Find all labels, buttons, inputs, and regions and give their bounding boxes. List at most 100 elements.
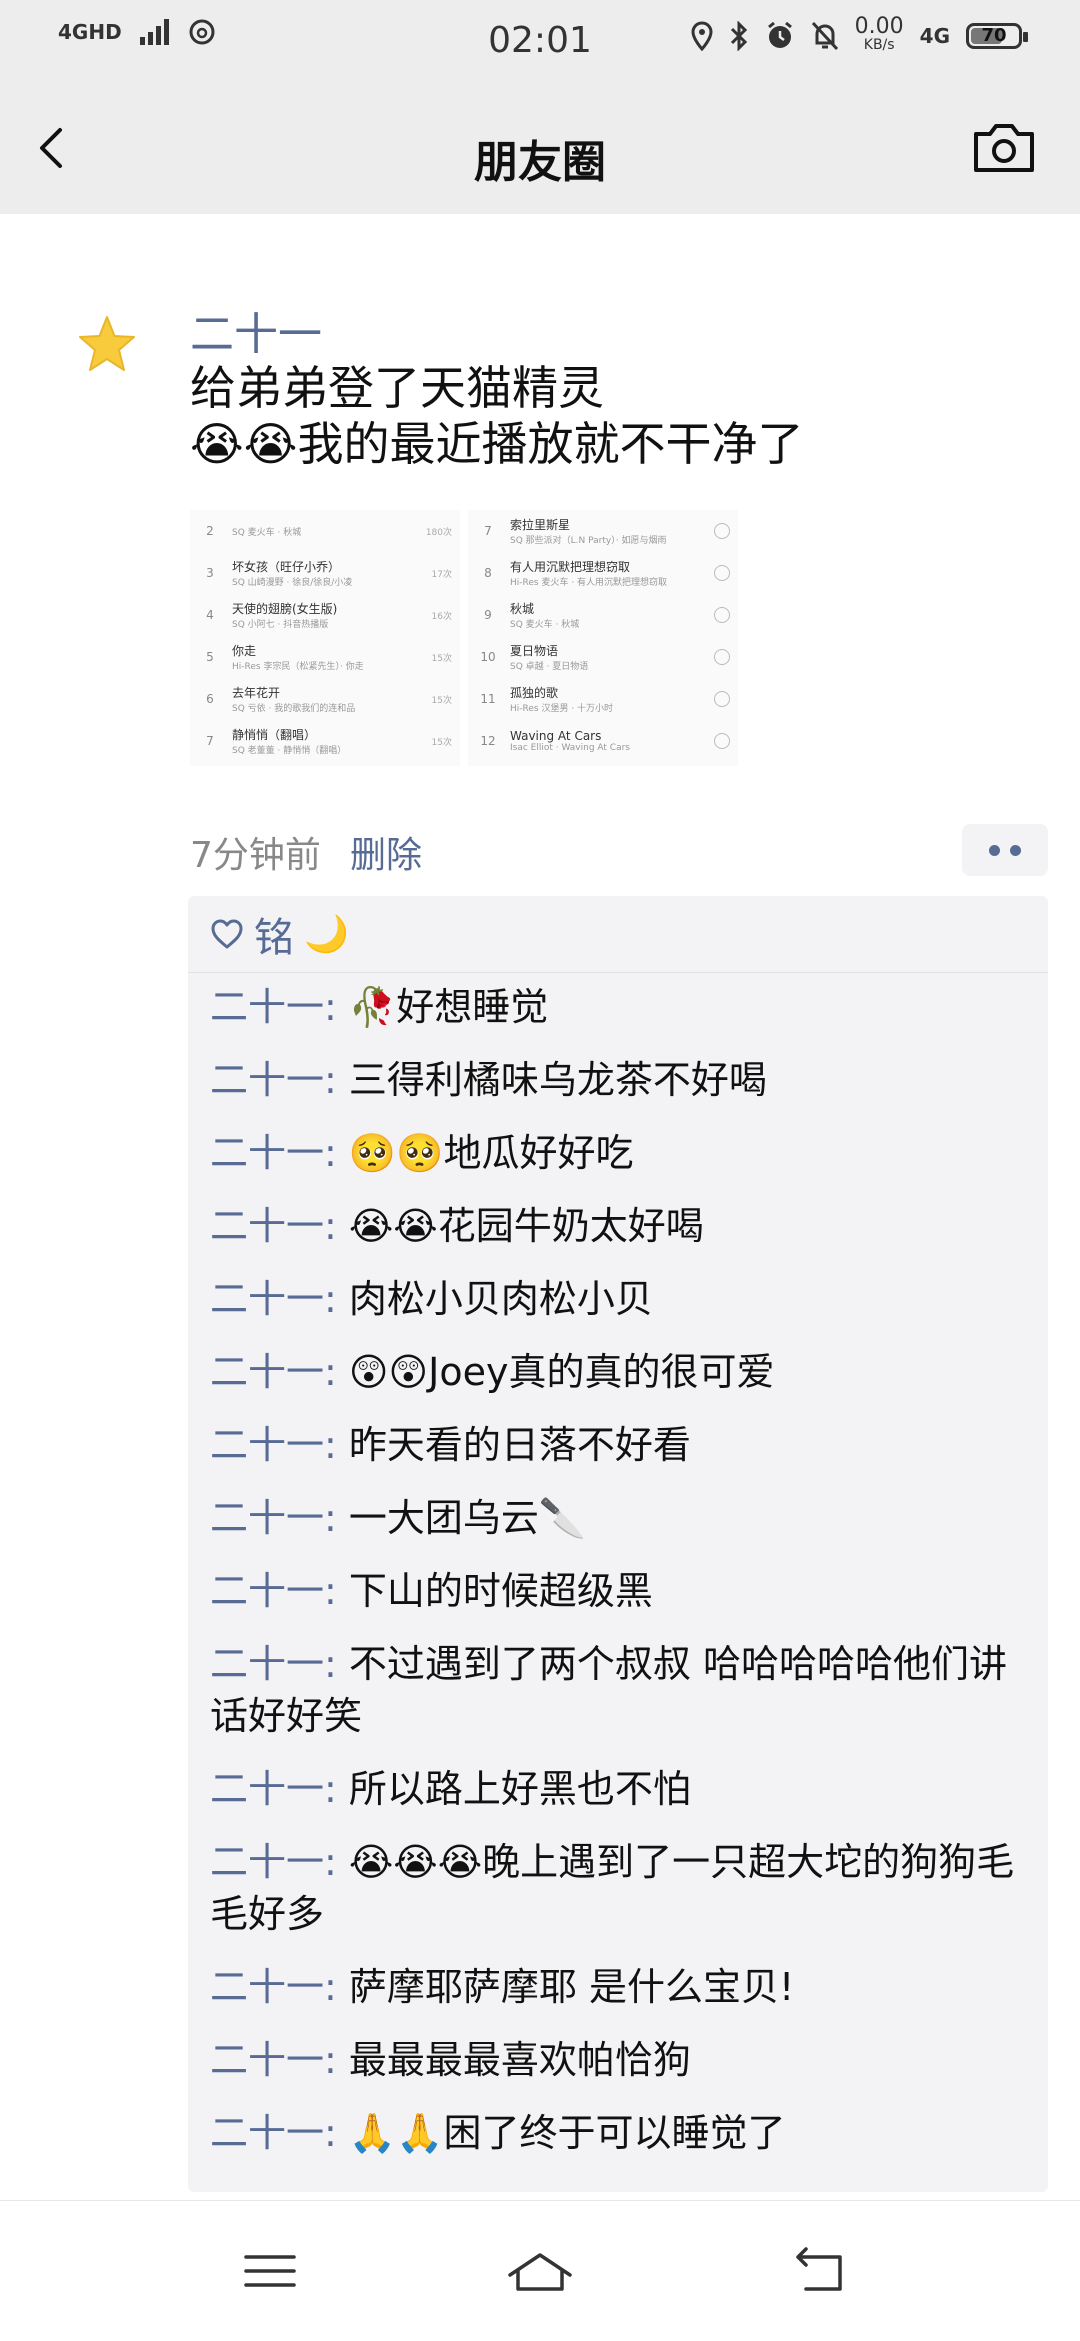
comment-author[interactable]: 二十一 [210, 1569, 324, 1613]
comment-item[interactable]: 二十一: 下山的时候超级黑 [210, 1565, 1026, 1617]
comment-text: 一大团乌云🔪 [348, 1496, 587, 1540]
playlist-row: 5 你走 Hi-Res 李宗民（松紧先生）· 你走 15次 [190, 636, 460, 678]
dot [1010, 844, 1021, 856]
comment-author[interactable]: 二十一 [210, 1642, 324, 1686]
row-index: 2 [206, 524, 214, 538]
comment-author[interactable]: 二十一 [210, 2111, 324, 2155]
comment-text: 所以路上好黑也不怕 [348, 1767, 691, 1811]
comment-author[interactable]: 二十一 [210, 1350, 324, 1394]
comment-author[interactable]: 二十一 [210, 1496, 324, 1540]
net-speed: 0.00 KB/s [855, 16, 904, 54]
cell-type: 4G [919, 24, 950, 48]
comment-item[interactable]: 二十一: 萨摩耶萨摩耶 是什么宝贝! [210, 1961, 1026, 2013]
song-title: 索拉里斯星 [510, 518, 571, 532]
post-image-1[interactable]: 2 SQ 麦火车 · 秋城 180次 3 坏女孩（旺仔小乔） SQ 山崎漫野 · 徐良/… [190, 510, 460, 766]
row-index: 8 [484, 566, 492, 580]
location-icon [691, 21, 713, 51]
camera-icon[interactable] [972, 120, 1036, 176]
post-username[interactable]: 二十一 [190, 298, 322, 362]
comment-separator: : [324, 1277, 349, 1321]
comment-author[interactable]: 二十一 [210, 1131, 324, 1175]
comment-author[interactable]: 二十一 [210, 1965, 324, 2009]
playlist-row: 4 天使的翅膀(女生版) SQ 小阿七 · 抖音热播版 16次 [190, 594, 460, 636]
comment-text: 🥺🥺地瓜好好吃 [348, 1131, 634, 1175]
comment-item[interactable]: 二十一: 😭😭😭晚上遇到了一只超大坨的狗狗毛毛好多 [210, 1836, 1026, 1940]
song-artist: SQ 小阿七 · 抖音热播版 [232, 620, 329, 630]
comment-separator: : [324, 1423, 349, 1467]
song-artist: SQ 亏依 · 我的歌我们的连和品 [232, 704, 356, 714]
row-index: 6 [206, 692, 214, 706]
play-count: 15次 [431, 653, 452, 664]
comment-separator: : [324, 985, 349, 1029]
mute-bell-icon [811, 21, 838, 51]
comment-text: 😭😭花园牛奶太好喝 [348, 1204, 704, 1248]
play-circle-icon [714, 607, 730, 623]
comment-item[interactable]: 二十一: 🙏🙏困了终于可以睡觉了 [210, 2107, 1026, 2159]
battery-icon: 70 [966, 23, 1028, 49]
song-artist: SQ 麦火车 · 秋城 [232, 527, 302, 538]
comment-item[interactable]: 二十一: 所以路上好黑也不怕 [210, 1763, 1026, 1815]
comment-item[interactable]: 二十一: 肉松小贝肉松小贝 [210, 1273, 1026, 1325]
comment-text: 🙏🙏困了终于可以睡觉了 [348, 2111, 786, 2155]
star-avatar-icon[interactable] [76, 314, 138, 376]
comment-item[interactable]: 二十一: 最最最最喜欢帕恰狗 [210, 2034, 1026, 2086]
comment-list: 二十一: 🥀好想睡觉 二十一: 三得利橘味乌龙茶不好喝 二十一: 🥺🥺地瓜好好吃 二十… [188, 973, 1048, 2192]
comment-item[interactable]: 二十一: 😭😭花园牛奶太好喝 [210, 1200, 1026, 1252]
comment-item[interactable]: 二十一: 三得利橘味乌龙茶不好喝 [210, 1054, 1026, 1106]
post-image-2[interactable]: 7 索拉里斯星 SQ 那些派对（L.N Party）· 如愿与烟雨 8 有人用沉默把理… [468, 510, 738, 766]
row-index: 9 [484, 608, 492, 622]
song-artist: SQ 那些派对（L.N Party）· 如愿与烟雨 [510, 536, 667, 546]
play-count: 17次 [431, 569, 452, 580]
delete-link[interactable]: 删除 [350, 826, 422, 878]
comment-author[interactable]: 二十一 [210, 1767, 324, 1811]
home-icon[interactable] [500, 2241, 580, 2301]
playlist-row: 10 夏日物语 SQ 卓越 · 夏日物语 [468, 636, 738, 678]
dot [989, 844, 1000, 856]
play-circle-icon [714, 733, 730, 749]
comment-separator: : [324, 1840, 349, 1884]
more-dots-icon[interactable] [962, 824, 1048, 876]
play-circle-icon [714, 691, 730, 707]
play-circle-icon [714, 565, 730, 581]
song-title: 有人用沉默把理想窃取 [510, 560, 631, 574]
comment-item[interactable]: 二十一: 一大团乌云🔪 [210, 1492, 1026, 1544]
comment-author[interactable]: 二十一 [210, 1277, 324, 1321]
song-title: 坏女孩（旺仔小乔） [232, 560, 341, 574]
likes-row: 铭 🌙 [188, 896, 1048, 973]
post-text: 给弟弟登了天猫精灵 😭😭我的最近播放就不干净了 [190, 360, 804, 472]
liker-emoji: 🌙 [304, 914, 349, 955]
back-icon[interactable] [784, 2241, 864, 2301]
song-artist: SQ 老董董 · 静悄悄（翻唱） [232, 746, 347, 756]
comment-item[interactable]: 二十一: 🥺🥺地瓜好好吃 [210, 1127, 1026, 1179]
play-count: 15次 [431, 695, 452, 706]
comment-author[interactable]: 二十一 [210, 985, 324, 1029]
liker-name[interactable]: 铭 [254, 905, 294, 963]
comment-item[interactable]: 二十一: 不过遇到了两个叔叔 哈哈哈哈哈他们讲话好好笑 [210, 1638, 1026, 1742]
row-index: 7 [484, 524, 492, 538]
row-index: 3 [206, 566, 214, 580]
row-index: 7 [206, 734, 214, 748]
song-title: 孤独的歌 [510, 686, 559, 700]
comment-author[interactable]: 二十一 [210, 1058, 324, 1102]
nav-bar: 朋友圈 [0, 88, 1080, 214]
playlist-row: 2 SQ 麦火车 · 秋城 180次 [190, 510, 460, 552]
comment-author[interactable]: 二十一 [210, 1840, 324, 1884]
comments-panel: 铭 🌙 二十一: 🥀好想睡觉 二十一: 三得利橘味乌龙茶不好喝 二十一: 🥺🥺地瓜好… [188, 896, 1048, 2192]
comment-author[interactable]: 二十一 [210, 1204, 324, 1248]
comment-item[interactable]: 二十一: 昨天看的日落不好看 [210, 1419, 1026, 1471]
comment-separator: : [324, 2111, 349, 2155]
song-title: Waving At Cars [510, 729, 602, 743]
system-nav-bar [0, 2200, 1080, 2341]
comment-author[interactable]: 二十一 [210, 1423, 324, 1467]
comment-separator: : [324, 1350, 349, 1394]
comment-item[interactable]: 二十一: 🥀好想睡觉 [210, 981, 1026, 1033]
menu-icon[interactable] [230, 2241, 310, 2301]
comment-separator: : [324, 1496, 349, 1540]
comment-item[interactable]: 二十一: 😲😲Joey真的真的很可爱 [210, 1346, 1026, 1398]
comment-text: 下山的时候超级黑 [348, 1569, 653, 1613]
status-bar: 4GHD 02:01 0.00 KB/s 4G 70 [0, 0, 1080, 88]
playlist-row: 7 索拉里斯星 SQ 那些派对（L.N Party）· 如愿与烟雨 [468, 510, 738, 552]
song-title: 秋城 [510, 602, 535, 616]
comment-author[interactable]: 二十一 [210, 2038, 324, 2082]
play-circle-icon [714, 523, 730, 539]
